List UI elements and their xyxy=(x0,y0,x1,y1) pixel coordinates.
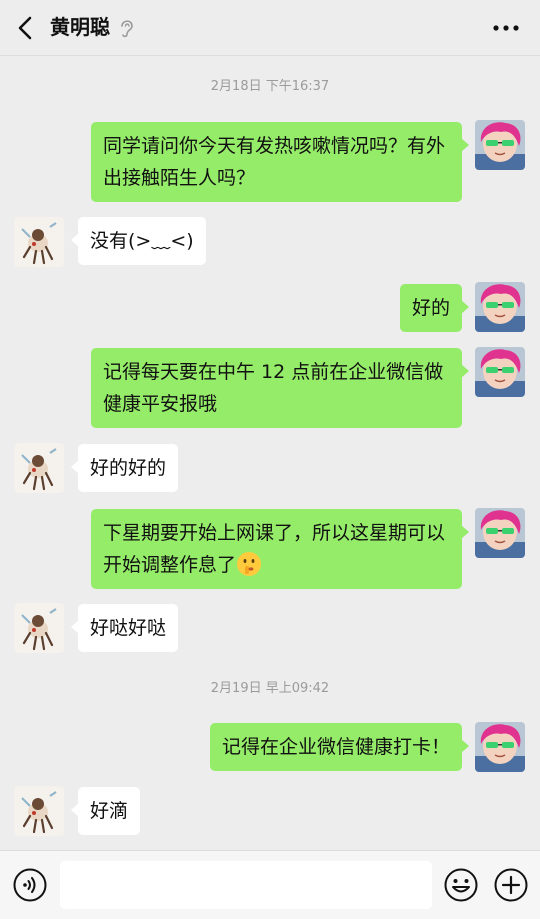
more-dots-icon[interactable] xyxy=(492,17,520,39)
message-timestamp: 2月18日 下午16:37 xyxy=(210,79,330,94)
self-avatar[interactable] xyxy=(475,282,525,332)
message-bubble[interactable]: 记得在企业微信健康打卡！ xyxy=(209,723,470,771)
message-timestamp: 2月19日 早上09:42 xyxy=(210,681,330,696)
self-avatar-image xyxy=(475,347,525,397)
chat-header: 黄明聪 xyxy=(0,0,540,56)
self-avatar-image xyxy=(475,508,525,558)
contact-avatar-image xyxy=(14,443,64,493)
chevron-left-icon[interactable] xyxy=(12,12,40,44)
message-bubble[interactable]: 没有(>﹏<) xyxy=(71,217,206,265)
message-bubble[interactable]: 好的好的 xyxy=(70,444,179,492)
voice-icon[interactable] xyxy=(13,868,47,902)
contact-avatar-image xyxy=(14,217,64,267)
message-bubble[interactable]: 好哒好哒 xyxy=(70,604,179,652)
self-avatar[interactable] xyxy=(475,722,525,772)
message-bubble[interactable]: 好的 xyxy=(399,284,470,332)
contact-avatar[interactable] xyxy=(14,786,64,836)
message-bubble[interactable]: 同学请问你今天有发热咳嗽情况吗？有外出接触陌生人吗？ xyxy=(91,122,469,202)
chat-title: 黄明聪 xyxy=(50,15,110,39)
message-bubble[interactable]: 下星期要开始上网课了，所以这星期可以开始调整作息了 xyxy=(91,509,469,589)
message-text: 下星期要开始上网课了，所以这星期可以开始调整作息了 xyxy=(103,522,446,576)
self-avatar-image xyxy=(475,722,525,772)
shushing-face-emoji-icon xyxy=(237,552,262,576)
self-avatar-image xyxy=(475,120,525,170)
self-avatar[interactable] xyxy=(475,120,525,170)
contact-avatar-image xyxy=(14,603,64,653)
contact-avatar[interactable] xyxy=(14,443,64,493)
plus-icon[interactable] xyxy=(494,868,528,902)
self-avatar[interactable] xyxy=(475,347,525,397)
message-bubble[interactable]: 好滴 xyxy=(70,787,141,835)
emoji-icon[interactable] xyxy=(444,868,478,902)
contact-avatar[interactable] xyxy=(14,603,64,653)
contact-avatar[interactable] xyxy=(14,217,64,267)
contact-avatar-image xyxy=(14,786,64,836)
message-bubble[interactable]: 记得每天要在中午 12 点前在企业微信做健康平安报哦 xyxy=(91,348,469,428)
message-input[interactable] xyxy=(60,861,432,909)
self-avatar[interactable] xyxy=(475,508,525,558)
ear-icon xyxy=(121,20,133,38)
self-avatar-image xyxy=(475,282,525,332)
input-bar xyxy=(0,850,540,919)
